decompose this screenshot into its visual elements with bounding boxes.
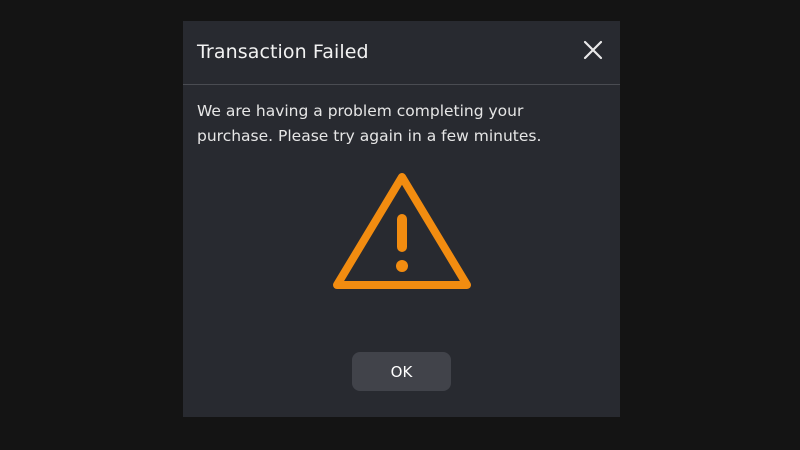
transaction-failed-dialog: Transaction Failed We are having a probl… xyxy=(183,21,620,417)
screen-background: Transaction Failed We are having a probl… xyxy=(0,0,800,450)
warning-triangle-icon xyxy=(333,173,471,289)
close-icon xyxy=(583,40,603,60)
dialog-header: Transaction Failed xyxy=(183,21,620,85)
dialog-message: We are having a problem completing your … xyxy=(197,102,542,145)
ok-button[interactable]: OK xyxy=(352,352,451,391)
dialog-title: Transaction Failed xyxy=(197,41,369,63)
close-button[interactable] xyxy=(580,37,606,63)
